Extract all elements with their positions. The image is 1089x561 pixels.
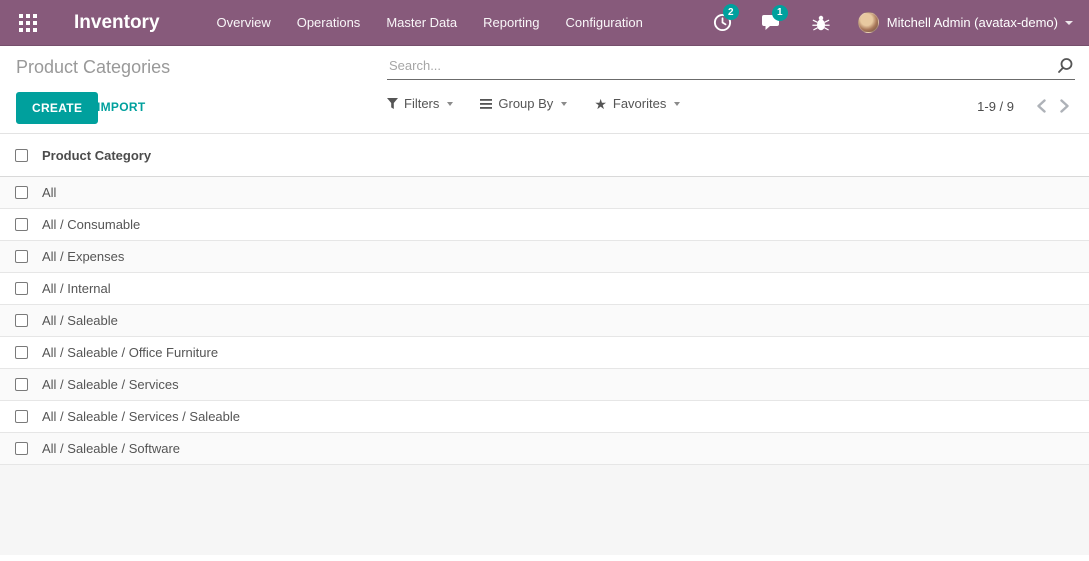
favorites-label: Favorites: [613, 96, 666, 111]
table-row[interactable]: All / Saleable: [0, 305, 1089, 337]
table-row[interactable]: All / Internal: [0, 273, 1089, 305]
top-navbar: Inventory OverviewOperationsMaster DataR…: [0, 0, 1089, 46]
row-category-name[interactable]: All / Saleable: [42, 305, 1089, 337]
table-row[interactable]: All / Expenses: [0, 241, 1089, 273]
message-count-badge: 1: [772, 5, 788, 21]
topbar-menu: OverviewOperationsMaster DataReportingCo…: [204, 9, 656, 36]
pager-range: 1-9 / 9: [977, 99, 1014, 114]
star-icon: ★: [594, 97, 607, 111]
activity-count-badge: 2: [723, 4, 739, 20]
chevron-down-icon: [447, 102, 453, 106]
page-title: Product Categories: [16, 57, 170, 78]
import-button[interactable]: IMPORT: [97, 100, 145, 114]
row-checkbox[interactable]: [15, 250, 28, 263]
debug-button[interactable]: [806, 10, 836, 36]
table-header-row: Product Category: [0, 134, 1089, 177]
filters-dropdown[interactable]: Filters: [387, 96, 453, 111]
row-checkbox[interactable]: [15, 186, 28, 199]
group-by-dropdown[interactable]: Group By: [480, 96, 567, 111]
row-category-name[interactable]: All / Consumable: [42, 209, 1089, 241]
table-row[interactable]: All: [0, 177, 1089, 209]
pager: 1-9 / 9: [977, 97, 1076, 115]
chevron-down-icon: [1065, 21, 1073, 25]
systray: 2 1 Mitchell Admin (avatax-demo): [689, 9, 1073, 36]
group-by-label: Group By: [498, 96, 553, 111]
topbar-menu-item-master-data[interactable]: Master Data: [373, 9, 470, 36]
row-category-name[interactable]: All / Saleable / Software: [42, 433, 1089, 465]
messages-button[interactable]: 1: [756, 10, 788, 36]
filters-label: Filters: [404, 96, 439, 111]
row-category-name[interactable]: All / Expenses: [42, 241, 1089, 273]
user-menu[interactable]: Mitchell Admin (avatax-demo): [858, 12, 1073, 33]
row-category-name[interactable]: All / Saleable / Services / Saleable: [42, 401, 1089, 433]
topbar-menu-item-overview[interactable]: Overview: [204, 9, 284, 36]
control-panel: Product Categories CREATE IMPORT Filters…: [0, 46, 1089, 133]
apps-menu-icon[interactable]: [18, 13, 38, 33]
avatar: [858, 12, 879, 33]
row-category-name[interactable]: All / Saleable / Office Furniture: [42, 337, 1089, 369]
pager-previous-button[interactable]: [1030, 97, 1053, 115]
row-category-name[interactable]: All / Internal: [42, 273, 1089, 305]
row-checkbox[interactable]: [15, 218, 28, 231]
chevron-down-icon: [561, 102, 567, 106]
row-checkbox[interactable]: [15, 346, 28, 359]
table-row[interactable]: All / Saleable / Office Furniture: [0, 337, 1089, 369]
filter-funnel-icon: [387, 98, 398, 109]
empty-area: [0, 465, 1089, 555]
search-icon[interactable]: [1056, 57, 1074, 75]
table-row[interactable]: All / Saleable / Software: [0, 433, 1089, 465]
row-checkbox[interactable]: [15, 410, 28, 423]
group-by-bars-icon: [480, 99, 492, 109]
row-checkbox[interactable]: [15, 282, 28, 295]
chevron-left-icon: [1036, 99, 1047, 113]
table-row[interactable]: All / Saleable / Services: [0, 369, 1089, 401]
filter-toolbar: Filters Group By ★ Favorites: [387, 96, 707, 111]
table-row[interactable]: All / Consumable: [0, 209, 1089, 241]
chevron-right-icon: [1059, 99, 1070, 113]
pager-next-button[interactable]: [1053, 97, 1076, 115]
activities-button[interactable]: 2: [707, 9, 738, 36]
row-checkbox[interactable]: [15, 442, 28, 455]
table-row[interactable]: All / Saleable / Services / Saleable: [0, 401, 1089, 433]
grid-icon: [19, 14, 37, 32]
topbar-menu-item-reporting[interactable]: Reporting: [470, 9, 552, 36]
product-category-list: Product Category All All / Consumable Al…: [0, 133, 1089, 465]
search-input[interactable]: [387, 53, 1075, 80]
user-name: Mitchell Admin (avatax-demo): [887, 15, 1058, 30]
app-title[interactable]: Inventory: [74, 12, 160, 34]
topbar-menu-item-operations[interactable]: Operations: [284, 9, 374, 36]
column-header-product-category[interactable]: Product Category: [42, 134, 1089, 177]
row-checkbox[interactable]: [15, 314, 28, 327]
bug-icon: [812, 14, 830, 32]
search-bar: [387, 53, 1075, 80]
create-button[interactable]: CREATE: [16, 92, 98, 124]
select-all-checkbox[interactable]: [15, 149, 28, 162]
row-category-name[interactable]: All / Saleable / Services: [42, 369, 1089, 401]
favorites-dropdown[interactable]: ★ Favorites: [594, 96, 680, 111]
chevron-down-icon: [674, 102, 680, 106]
row-checkbox[interactable]: [15, 378, 28, 391]
row-category-name[interactable]: All: [42, 177, 1089, 209]
topbar-menu-item-configuration[interactable]: Configuration: [553, 9, 656, 36]
